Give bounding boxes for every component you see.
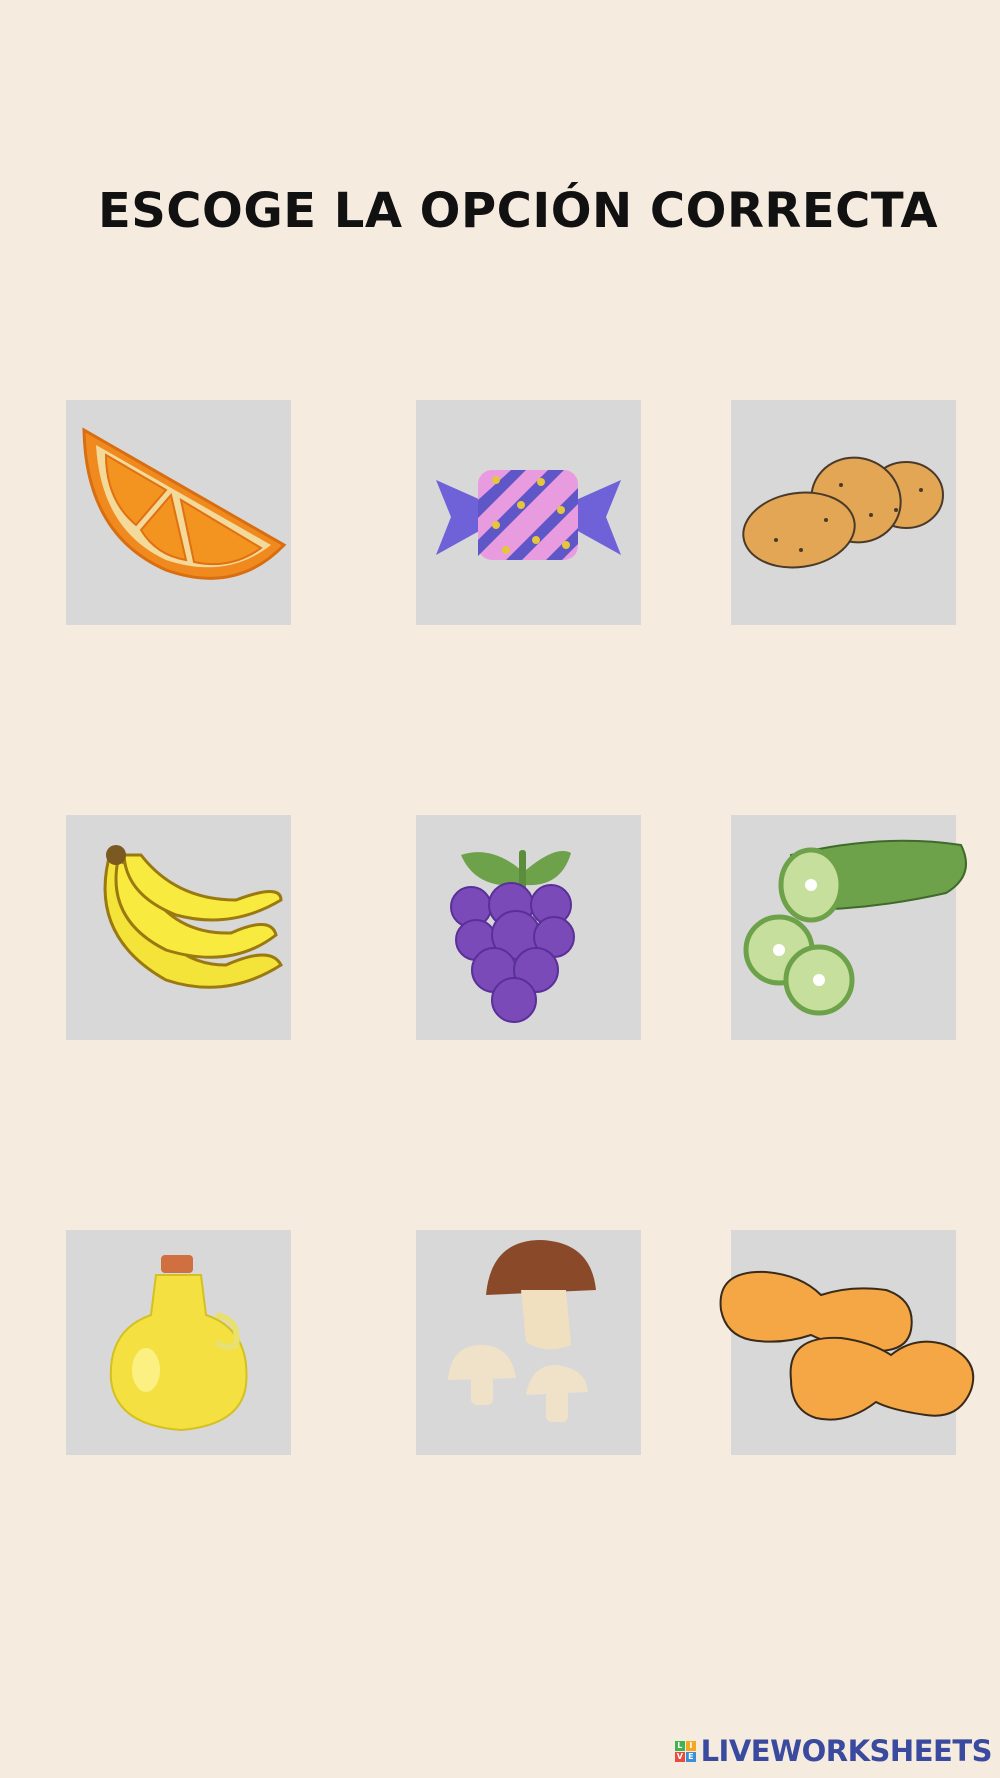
potatoes-icon: [742, 456, 944, 569]
option-peanuts[interactable]: [719, 1230, 975, 1455]
orange-slice-icon: [82, 427, 287, 580]
option-potatoes[interactable]: [731, 400, 956, 625]
peanuts-icon: [719, 1270, 975, 1421]
bananas-icon: [103, 845, 283, 989]
candy-icon: [436, 470, 621, 560]
page-title: ESCOGE LA OPCIÓN CORRECTA: [97, 183, 939, 239]
option-orange[interactable]: [66, 400, 291, 625]
option-mushrooms[interactable]: [416, 1230, 641, 1455]
grapes-icon: [450, 850, 575, 1023]
liveworksheets-brand: LI VE LIVEWORKSHEETS: [674, 1734, 993, 1768]
oil-bottle-icon: [109, 1255, 248, 1432]
cucumber-icon: [743, 839, 967, 1016]
option-grapes[interactable]: [416, 815, 641, 1040]
option-oil[interactable]: [66, 1230, 291, 1455]
option-bananas[interactable]: [66, 815, 291, 1040]
liveworksheets-logo-icon: LI VE: [674, 1740, 696, 1762]
option-cucumber[interactable]: [731, 815, 967, 1040]
mushrooms-icon: [448, 1240, 596, 1422]
brand-text: LIVEWORKSHEETS: [700, 1734, 993, 1768]
option-candy[interactable]: [416, 400, 641, 625]
